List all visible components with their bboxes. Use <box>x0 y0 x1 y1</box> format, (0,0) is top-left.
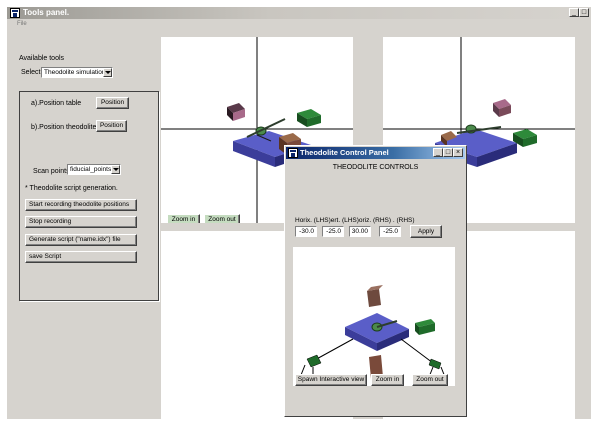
horiz-lhs-input[interactable]: -30.0 <box>295 226 317 237</box>
angle-columns-label: Horix. (LHS)ert. (LHS)oriz. (RHS) . (RHS… <box>295 217 415 224</box>
horiz-rhs-input[interactable]: 30.00 <box>349 226 371 237</box>
pink-block <box>227 103 245 121</box>
zoom-in-button-left[interactable]: Zoom in <box>167 214 200 223</box>
maximize-button[interactable]: □ <box>579 8 589 17</box>
scan-points-label: Scan points <box>33 168 70 175</box>
zoom-out-button-theodolite[interactable]: Zoom out <box>412 374 448 386</box>
table-3d <box>345 313 409 351</box>
position-table-label: a).Position table <box>31 100 82 107</box>
theodolite-window-controls: _ □ × <box>433 148 463 157</box>
pink-block <box>493 99 511 117</box>
zoom-in-button-theodolite[interactable]: Zoom in <box>371 374 404 386</box>
theodolite-titlebar[interactable]: Theodolite Control Panel _ □ × <box>286 147 465 159</box>
chevron-down-icon[interactable] <box>111 165 120 174</box>
window-title: Tools panel. <box>23 8 70 17</box>
available-tools-label: Available tools <box>19 55 65 62</box>
window-controls: _ □ <box>569 8 589 17</box>
green-block <box>415 319 435 335</box>
brown-block-top <box>367 285 383 307</box>
script-generation-label: * Theodolite script generation. <box>25 185 118 192</box>
theodolite-panel-title: Theodolite Control Panel <box>300 148 389 157</box>
vert-rhs-input[interactable]: -25.0 <box>379 226 401 237</box>
tool-select-value: Theodolite simulation <box>44 69 106 76</box>
app-icon <box>288 148 298 158</box>
position-table-button[interactable]: Position <box>96 97 129 109</box>
select-label: Select <box>21 69 41 76</box>
green-block <box>297 109 321 127</box>
close-button[interactable]: × <box>453 148 463 157</box>
minimize-button[interactable]: _ <box>569 8 579 17</box>
save-script-button[interactable]: save Script <box>25 251 137 263</box>
start-recording-button[interactable]: Start recording theodolite positions <box>25 199 137 211</box>
vert-lhs-input[interactable]: -25.0 <box>322 226 344 237</box>
apply-button[interactable]: Apply <box>410 225 442 238</box>
theodolite-control-panel: Theodolite Control Panel _ □ × THEODOLIT… <box>284 145 467 417</box>
scan-points-value: fiducial_points <box>70 166 112 173</box>
tool-select[interactable]: Theodolite simulation <box>41 67 113 78</box>
position-theodolites-button[interactable]: Position <box>96 120 127 132</box>
theodolite-controls-heading: THEODOLITE CONTROLS <box>332 164 419 171</box>
chevron-down-icon[interactable] <box>103 68 112 77</box>
zoom-out-button-left[interactable]: Zoom out <box>204 214 240 223</box>
app-icon <box>10 8 20 18</box>
menubar: File <box>7 20 591 30</box>
generate-script-button[interactable]: Generate script ("name.idx") file <box>25 234 137 246</box>
tools-titlebar[interactable]: Tools panel. _ □ <box>7 7 591 19</box>
scene-theodolite <box>300 285 446 379</box>
spawn-interactive-view-button[interactable]: Spawn Interactive view <box>295 374 367 386</box>
stop-recording-button[interactable]: Stop recording <box>25 216 137 228</box>
menu-file[interactable]: File <box>17 21 27 27</box>
tools-group-box <box>19 91 159 301</box>
position-theodolites-label: b).Position theodolites <box>31 124 100 131</box>
theodolite-viewport[interactable]: Spawn Interactive view Zoom in Zoom out <box>293 247 455 386</box>
maximize-button[interactable]: □ <box>443 148 453 157</box>
minimize-button[interactable]: _ <box>433 148 443 157</box>
scan-points-select[interactable]: fiducial_points <box>67 164 121 175</box>
